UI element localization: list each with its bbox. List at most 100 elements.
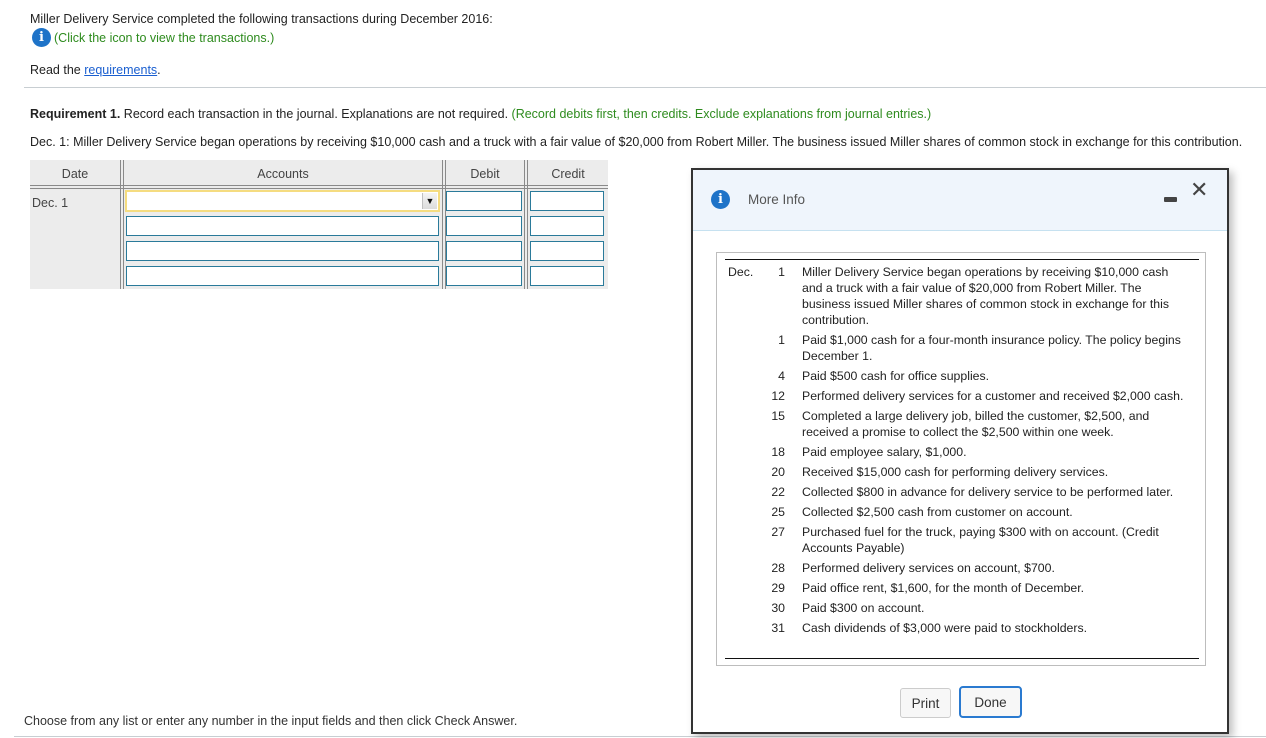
transaction-month <box>717 580 761 596</box>
transaction-description: Received $15,000 cash for performing del… <box>802 465 1109 479</box>
transaction-description: Paid $300 on account. <box>802 601 925 615</box>
account-select[interactable]: ▼ <box>125 190 440 212</box>
transaction-row: 20 Received $15,000 cash for performing d… <box>717 464 1205 480</box>
date-cell: Dec. 1 <box>32 196 69 210</box>
transaction-day: 4 <box>778 369 785 383</box>
table-rule <box>725 259 1199 260</box>
header-accounts: Accounts <box>257 167 309 181</box>
read-requirements: Read the requirements. <box>30 63 161 77</box>
transaction-month <box>717 560 761 576</box>
transaction-row: 28 Performed delivery services on account… <box>717 560 1205 576</box>
transaction-day: 22 <box>771 485 785 499</box>
transaction-row: 12 Performed delivery services for a cust… <box>717 388 1205 404</box>
done-button[interactable]: Done <box>959 686 1022 718</box>
transaction-description: Miller Delivery Service began operations… <box>802 265 1170 327</box>
credit-input[interactable] <box>530 216 604 236</box>
read-suffix: . <box>157 63 161 77</box>
transaction-day: 12 <box>771 389 785 403</box>
transaction-month <box>717 484 761 500</box>
close-icon[interactable]: ✕ <box>1190 178 1208 203</box>
column-divider <box>524 160 528 289</box>
transaction-row: 31 Cash dividends of $3,000 were paid to … <box>717 620 1205 636</box>
transaction-description: Collected $800 in advance for delivery s… <box>802 485 1174 499</box>
header-credit: Credit <box>551 167 585 181</box>
transaction-description: Paid $500 cash for office supplies. <box>802 369 990 383</box>
transaction-description: Performed delivery services on account, … <box>802 561 1055 575</box>
transaction-day: 1 <box>778 333 785 347</box>
more-info-dialog: i More Info ✕ Dec. 1 Miller Delivery Servi… <box>691 168 1229 734</box>
transaction-month <box>717 368 761 384</box>
transaction-description: Purchased fuel for the truck, paying $30… <box>802 525 1159 555</box>
transaction-description: Performed delivery services for a custom… <box>802 389 1184 403</box>
transactions-hint: i (Click the icon to view the transactio… <box>32 28 274 47</box>
transaction-month <box>717 620 761 636</box>
print-button[interactable]: Print <box>900 688 951 718</box>
credit-input[interactable] <box>530 191 604 211</box>
requirements-link[interactable]: requirements <box>84 63 157 77</box>
transaction-row: 1 Paid $1,000 cash for a four-month insur… <box>717 332 1205 364</box>
debit-input[interactable] <box>446 191 522 211</box>
requirement-text: Record each transaction in the journal. … <box>120 107 512 121</box>
transaction-description: Completed a large delivery job, billed t… <box>802 409 1150 439</box>
intro: Miller Delivery Service completed the fo… <box>30 10 493 28</box>
transaction-day: 25 <box>771 505 785 519</box>
requirement-label: Requirement 1. <box>30 107 121 121</box>
transaction-month <box>717 408 761 440</box>
requirement-hint: (Record debits first, then credits. Excl… <box>511 107 932 121</box>
transaction-month: Dec. <box>728 265 754 279</box>
transaction-month <box>717 444 761 460</box>
transaction-description: Paid office rent, $1,600, for the month … <box>802 581 1085 595</box>
credit-input[interactable] <box>530 266 604 286</box>
transaction-description: Dec. 1: Miller Delivery Service began op… <box>30 135 1243 149</box>
transaction-description: Paid employee salary, $1,000. <box>802 445 967 459</box>
transaction-day: 28 <box>771 561 785 575</box>
table-rule <box>725 658 1199 659</box>
transaction-day: 31 <box>771 621 785 635</box>
transactions-list: Dec. 1 Miller Delivery Service began opera… <box>717 264 1205 640</box>
transaction-row: 22 Collected $800 in advance for delivery… <box>717 484 1205 500</box>
credit-input[interactable] <box>530 241 604 261</box>
divider <box>24 87 1266 88</box>
column-divider <box>120 160 124 289</box>
transaction-row: 18 Paid employee salary, $1,000. <box>717 444 1205 460</box>
intro-heading: Miller Delivery Service completed the fo… <box>30 12 493 26</box>
info-hint-text: (Click the icon to view the transactions… <box>54 30 275 45</box>
transaction-description: Paid $1,000 cash for a four-month insura… <box>802 333 1181 363</box>
transaction-row: Dec. 1 Miller Delivery Service began opera… <box>717 264 1205 328</box>
footer-hint: Choose from any list or enter any number… <box>24 714 518 728</box>
account-input[interactable] <box>126 241 439 261</box>
transaction-description: Collected $2,500 cash from customer on a… <box>802 505 1073 519</box>
transaction-month <box>717 388 761 404</box>
transaction-row: 25 Collected $2,500 cash from customer on… <box>717 504 1205 520</box>
transaction-day: 18 <box>771 445 785 459</box>
transaction-month <box>717 464 761 480</box>
debit-input[interactable] <box>446 266 522 286</box>
header-date: Date <box>61 167 89 181</box>
transaction-day: 29 <box>771 581 785 595</box>
transaction-month <box>717 524 761 556</box>
account-input[interactable] <box>126 266 439 286</box>
debit-input[interactable] <box>446 216 522 236</box>
divider <box>14 736 1266 737</box>
header-debit: Debit <box>470 167 500 181</box>
dialog-title: More Info <box>748 192 806 207</box>
transaction-row: 4 Paid $500 cash for office supplies. <box>717 368 1205 384</box>
info-icon[interactable]: i <box>32 28 51 47</box>
transactions-table: Dec. 1 Miller Delivery Service began opera… <box>716 252 1206 666</box>
transaction-row: 30 Paid $300 on account. <box>717 600 1205 616</box>
transaction-row: 29 Paid office rent, $1,600, for the mont… <box>717 580 1205 596</box>
read-prefix: Read the <box>30 63 85 77</box>
info-icon: i <box>711 190 730 209</box>
debit-input[interactable] <box>446 241 522 261</box>
requirement-instructions: Requirement 1. Record each transaction i… <box>30 107 931 121</box>
transaction-day: 30 <box>771 601 785 615</box>
minimize-icon[interactable] <box>1164 197 1177 202</box>
transaction-day: 27 <box>771 525 785 539</box>
transaction-day: 1 <box>778 265 785 279</box>
transaction-month <box>717 332 761 364</box>
dropdown-arrow-icon[interactable]: ▼ <box>422 193 437 209</box>
transaction-description: Cash dividends of $3,000 were paid to st… <box>802 621 1088 635</box>
transaction-month <box>717 504 761 520</box>
account-input[interactable] <box>126 216 439 236</box>
transaction-day: 15 <box>771 409 785 423</box>
